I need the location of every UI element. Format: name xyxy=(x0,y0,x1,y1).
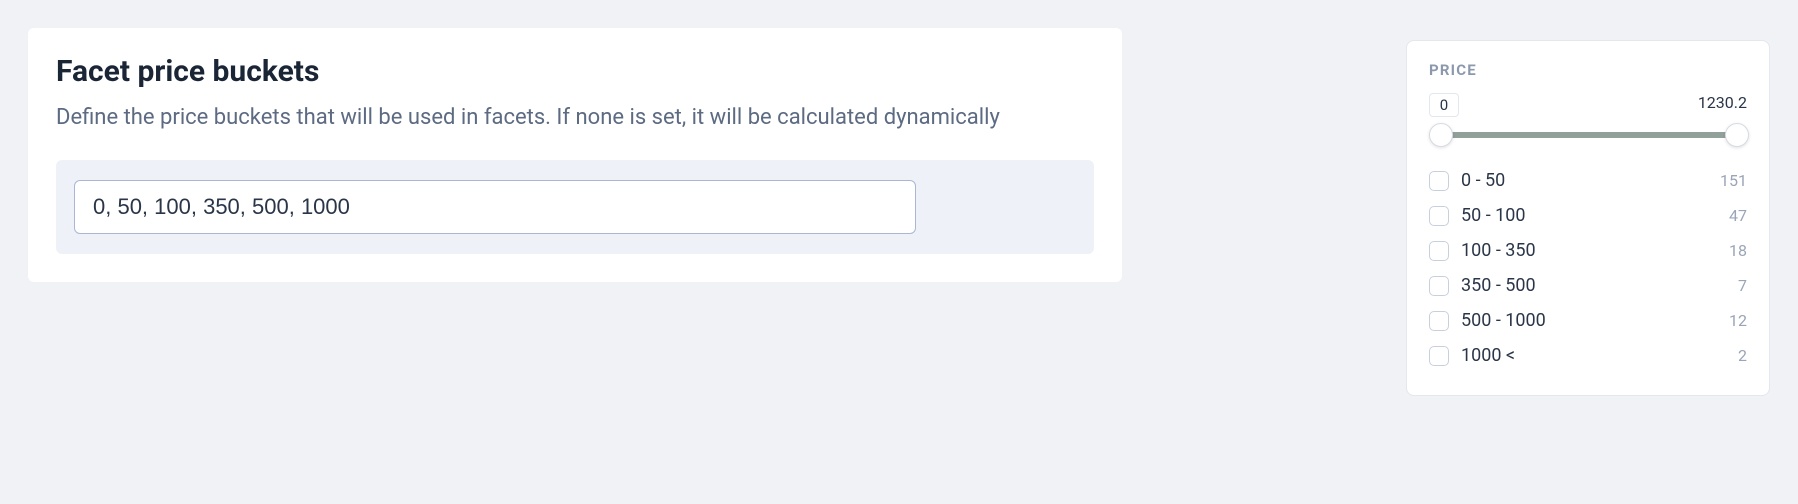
facet-item-label: 0 - 50 xyxy=(1461,170,1505,191)
card-title: Facet price buckets xyxy=(56,54,1094,89)
checkbox-icon[interactable] xyxy=(1429,206,1449,226)
price-buckets-input[interactable] xyxy=(74,180,916,234)
slider-max-value: 1230.2 xyxy=(1698,93,1747,117)
facet-item-count: 47 xyxy=(1729,206,1747,225)
card-description: Define the price buckets that will be us… xyxy=(56,103,1094,134)
slider-track-wrap xyxy=(1439,123,1737,147)
checkbox-icon[interactable] xyxy=(1429,241,1449,261)
facet-item[interactable]: 350 - 500 7 xyxy=(1429,268,1747,303)
facet-item-label: 500 - 1000 xyxy=(1461,310,1546,331)
facet-item[interactable]: 50 - 100 47 xyxy=(1429,198,1747,233)
price-slider: 0 1230.2 xyxy=(1429,93,1747,151)
facet-item-label: 50 - 100 xyxy=(1461,205,1526,226)
facet-item-count: 18 xyxy=(1729,241,1747,260)
facet-item-count: 2 xyxy=(1738,346,1747,365)
facet-list: 0 - 50 151 50 - 100 47 100 - 350 18 xyxy=(1429,163,1747,373)
facet-buckets-card: Facet price buckets Define the price buc… xyxy=(28,28,1122,282)
slider-handle-min[interactable] xyxy=(1429,123,1453,147)
facet-item-label: 350 - 500 xyxy=(1461,275,1536,296)
checkbox-icon[interactable] xyxy=(1429,171,1449,191)
facet-title: PRICE xyxy=(1429,61,1747,79)
input-container xyxy=(56,160,1094,254)
page-root: Facet price buckets Define the price buc… xyxy=(0,0,1798,504)
checkbox-icon[interactable] xyxy=(1429,311,1449,331)
facet-item[interactable]: 100 - 350 18 xyxy=(1429,233,1747,268)
facet-item-label: 100 - 350 xyxy=(1461,240,1536,261)
facet-item-count: 7 xyxy=(1738,276,1747,295)
facet-item-count: 12 xyxy=(1729,311,1747,330)
price-facet-card: PRICE 0 1230.2 0 - 50 151 xyxy=(1406,40,1770,396)
facet-item[interactable]: 500 - 1000 12 xyxy=(1429,303,1747,338)
slider-track[interactable] xyxy=(1439,132,1737,138)
checkbox-icon[interactable] xyxy=(1429,346,1449,366)
checkbox-icon[interactable] xyxy=(1429,276,1449,296)
facet-item[interactable]: 1000 < 2 xyxy=(1429,338,1747,373)
facet-item-label: 1000 < xyxy=(1461,345,1515,366)
facet-item[interactable]: 0 - 50 151 xyxy=(1429,163,1747,198)
slider-values: 0 1230.2 xyxy=(1429,93,1747,117)
facet-item-count: 151 xyxy=(1720,171,1747,190)
slider-min-value: 0 xyxy=(1429,93,1459,117)
slider-handle-max[interactable] xyxy=(1725,123,1749,147)
